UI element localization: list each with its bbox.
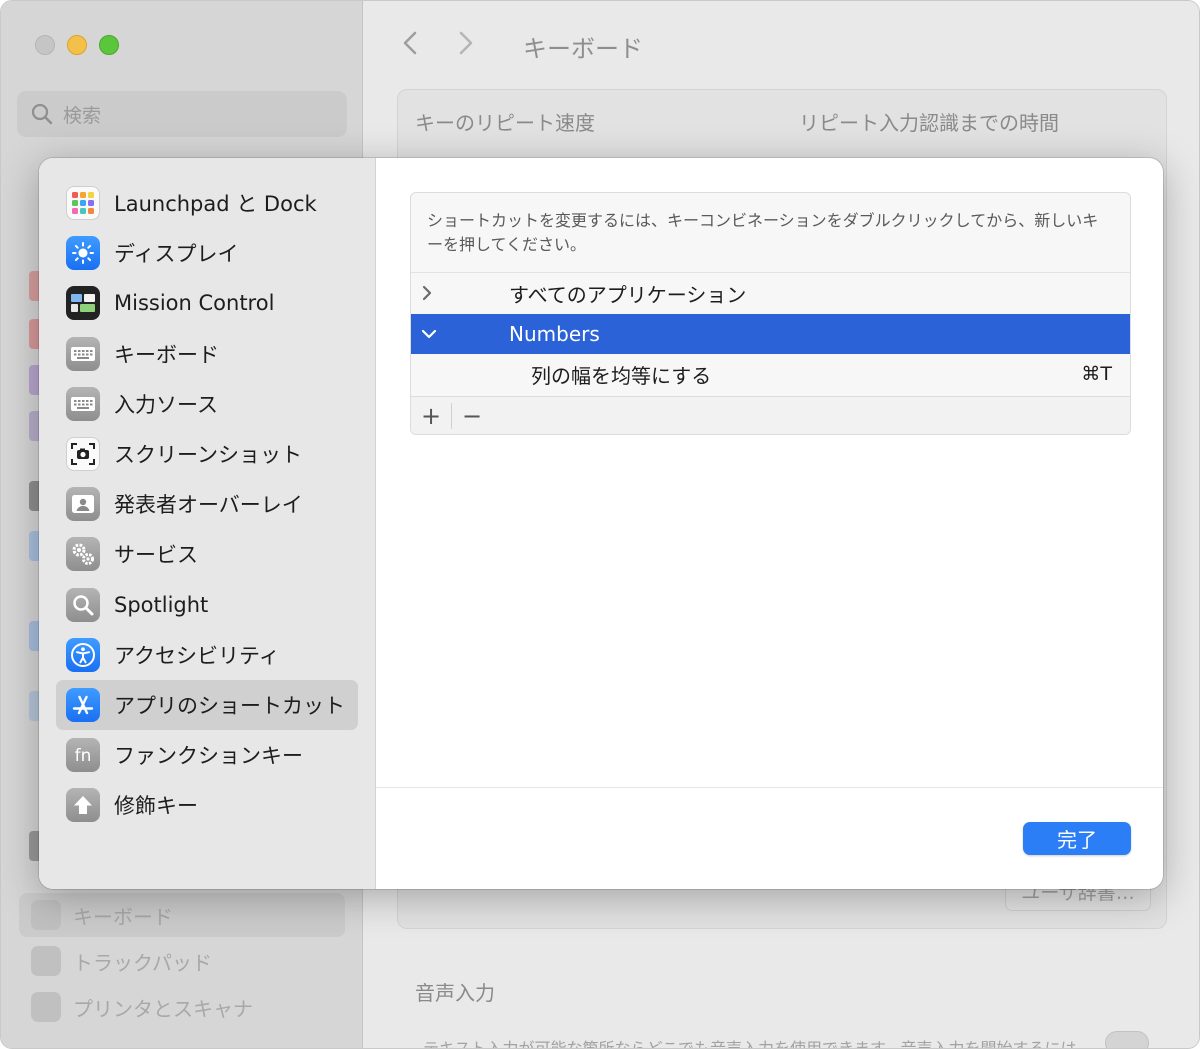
sidebar-item-label: キーボード xyxy=(114,342,219,367)
sidebar-item-label: 修飾キー xyxy=(114,794,198,819)
spotlight-icon xyxy=(66,587,100,622)
sidebar-item-label: アプリのショートカット xyxy=(114,693,345,718)
sidebar-item-label: Launchpad と Dock xyxy=(114,192,317,217)
sidebar-item-label: スクリーンショット xyxy=(114,443,302,468)
chevron-right-icon xyxy=(459,31,473,55)
sidebar-item-modifier-keys[interactable]: 修飾キー xyxy=(56,780,358,830)
sidebar-item-services[interactable]: サービス xyxy=(56,529,358,579)
shortcuts-description: ショートカットを変更するには、キーコンビネーションをダブルクリックしてから、新し… xyxy=(411,193,1130,273)
remove-shortcut-button[interactable]: − xyxy=(452,397,492,434)
sidebar-item-mission-control[interactable]: Mission Control xyxy=(56,278,358,328)
key-repeat-label: キーのリピート速度 xyxy=(415,111,595,135)
page-title: キーボード xyxy=(523,35,643,63)
sidebar-item-presenter-overlay[interactable]: 発表者オーバーレイ xyxy=(56,479,358,529)
search-placeholder: 検索 xyxy=(63,104,102,127)
disclosure-button[interactable] xyxy=(421,273,433,314)
presenter-overlay-icon xyxy=(66,487,100,522)
services-icon xyxy=(66,537,100,572)
sidebar-item-input-sources[interactable]: 入力ソース xyxy=(56,379,358,429)
shortcuts-category-sidebar: Launchpad と Dock ディスプレイ Mission Control … xyxy=(39,158,376,889)
modifier-keys-icon xyxy=(66,788,100,823)
sidebar-item-label: Mission Control xyxy=(114,291,275,316)
sidebar-item-launchpad-dock[interactable]: Launchpad と Dock xyxy=(56,178,358,228)
sidebar-item-label: 発表者オーバーレイ xyxy=(114,493,303,518)
sidebar-item-display[interactable]: ディスプレイ xyxy=(56,228,358,278)
shortcut-row[interactable]: 列の幅を均等にする ⌘T xyxy=(411,354,1130,395)
sidebar-item-label: サービス xyxy=(114,543,198,568)
sidebar-item-function-keys[interactable]: fn ファンクションキー xyxy=(56,730,358,780)
search-field[interactable]: 検索 xyxy=(17,91,347,137)
input-source-icon xyxy=(66,386,100,421)
repeat-delay-label: リピート入力認識までの時間 xyxy=(799,111,1059,135)
shortcuts-main-pane: ショートカットを変更するには、キーコンビネーションをダブルクリックしてから、新し… xyxy=(376,158,1163,889)
forward-button[interactable] xyxy=(457,30,483,63)
plus-icon: + xyxy=(420,401,442,430)
keyboard-icon xyxy=(66,336,100,371)
sidebar-item-spotlight[interactable]: Spotlight xyxy=(56,580,358,630)
footer-divider xyxy=(376,787,1163,788)
sidebar-item-keyboard[interactable]: キーボード xyxy=(56,329,358,379)
chevron-left-icon xyxy=(403,31,417,55)
sidebar-item-label: ディスプレイ xyxy=(114,242,239,267)
window-controls xyxy=(35,35,119,55)
chevron-down-icon xyxy=(421,329,437,338)
app-shortcuts-icon xyxy=(66,687,100,722)
chevron-right-icon xyxy=(422,286,432,301)
keyboard-icon xyxy=(31,900,61,930)
voice-input-heading: 音声入力 xyxy=(415,981,495,1005)
list-item-label: Numbers xyxy=(509,321,600,346)
navigation-bar: キーボード xyxy=(401,29,643,64)
disclosure-button[interactable] xyxy=(421,314,437,355)
sidebar-item-label: 入力ソース xyxy=(114,392,218,417)
sidebar-item-app-shortcuts[interactable]: アプリのショートカット xyxy=(56,679,358,731)
shortcuts-list: ショートカットを変更するには、キーコンビネーションをダブルクリックしてから、新し… xyxy=(410,192,1131,435)
list-item-numbers[interactable]: Numbers xyxy=(411,313,1130,355)
list-item-all-applications[interactable]: すべてのアプリケーション xyxy=(411,273,1130,314)
voice-input-description: テキスト入力が可能な箇所ならどこでも音声入力を使用できます。音声入力を開始するに… xyxy=(423,1039,1077,1049)
background-sidebar-item-printers[interactable]: プリンタとスキャナ xyxy=(19,985,345,1029)
voice-input-toggle[interactable] xyxy=(1105,1031,1149,1048)
done-button[interactable]: 完了 xyxy=(1023,822,1131,855)
back-button[interactable] xyxy=(401,30,427,63)
mission-control-icon xyxy=(66,286,100,321)
svg-text:fn: fn xyxy=(75,746,92,766)
background-sidebar-item-label: トラックパッド xyxy=(73,950,212,975)
keyboard-shortcuts-sheet: Launchpad と Dock ディスプレイ Mission Control … xyxy=(39,158,1163,889)
sidebar-item-label: Spotlight xyxy=(114,592,209,617)
trackpad-icon xyxy=(31,946,61,976)
list-toolbar: + − xyxy=(411,396,1130,434)
background-sidebar-item-label: プリンタとスキャナ xyxy=(73,996,253,1021)
sidebar-item-label: ファンクションキー xyxy=(114,744,303,769)
minimize-window-button[interactable] xyxy=(67,35,87,55)
background-sidebar-item-keyboard[interactable]: キーボード xyxy=(19,893,345,937)
background-sidebar-item-label: キーボード xyxy=(73,904,173,929)
shortcut-menu-title[interactable]: 列の幅を均等にする xyxy=(531,360,711,389)
launchpad-icon xyxy=(66,186,100,221)
sidebar-item-screenshots[interactable]: スクリーンショット xyxy=(56,429,358,479)
display-icon xyxy=(66,236,100,271)
add-shortcut-button[interactable]: + xyxy=(411,397,451,434)
screenshot-icon xyxy=(66,437,100,472)
close-window-button[interactable] xyxy=(35,35,55,55)
accessibility-icon xyxy=(66,637,100,672)
sidebar-item-label: アクセシビリティ xyxy=(114,643,280,668)
zoom-window-button[interactable] xyxy=(99,35,119,55)
printer-icon xyxy=(31,992,61,1022)
function-keys-icon: fn xyxy=(66,738,100,773)
search-icon xyxy=(31,103,53,125)
background-sidebar-item-trackpad[interactable]: トラックパッド xyxy=(19,939,345,983)
sidebar-item-accessibility[interactable]: アクセシビリティ xyxy=(56,630,358,680)
shortcut-keys[interactable]: ⌘T xyxy=(1081,363,1112,385)
minus-icon: − xyxy=(461,401,483,430)
list-item-label: すべてのアプリケーション xyxy=(509,282,747,307)
